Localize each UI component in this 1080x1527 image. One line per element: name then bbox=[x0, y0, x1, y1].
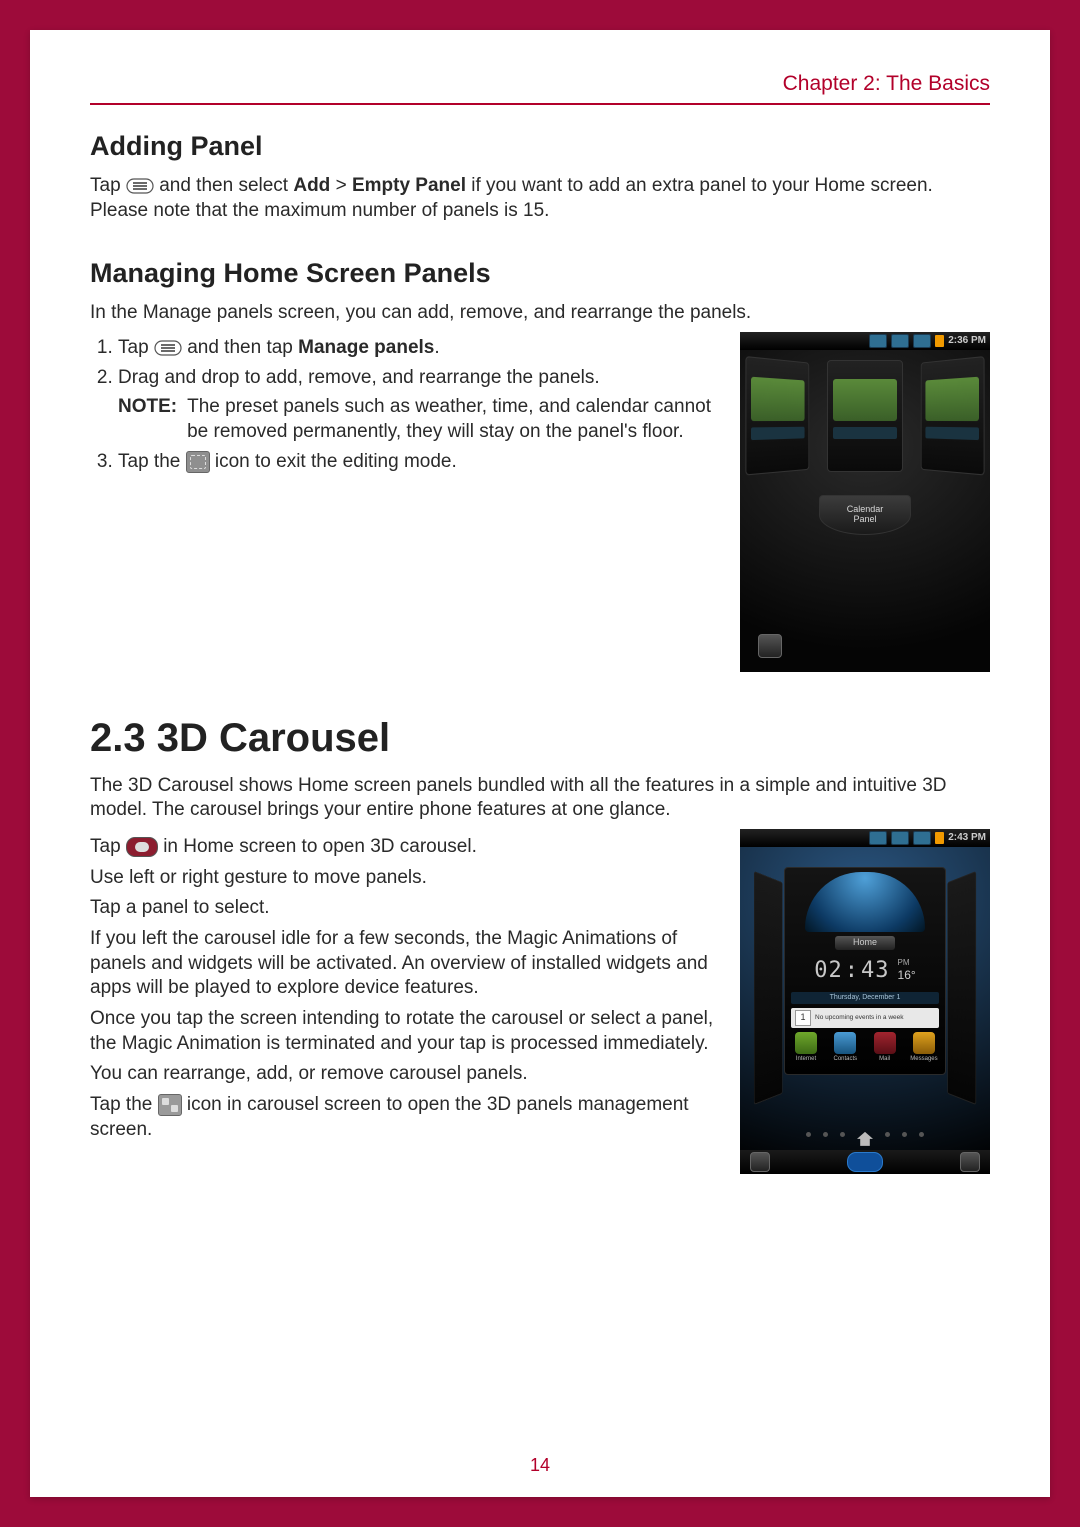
exit-edit-icon bbox=[758, 634, 782, 658]
carousel-open-icon bbox=[847, 1152, 883, 1172]
clock-widget: 02:43 PM 16° bbox=[791, 954, 939, 988]
page-number: 14 bbox=[30, 1454, 1050, 1477]
heading-adding-panel: Adding Panel bbox=[90, 129, 990, 164]
panel-thumbnail bbox=[827, 360, 903, 472]
carousel-intro: The 3D Carousel shows Home screen panels… bbox=[90, 774, 990, 823]
status-icon bbox=[913, 831, 931, 845]
status-bar: 2:36 PM bbox=[740, 332, 990, 350]
add-label: Add bbox=[293, 175, 330, 196]
status-icon bbox=[891, 831, 909, 845]
carousel-body: Home 02:43 PM 16° Thursday, December 1 1 bbox=[740, 847, 990, 1174]
menu-icon bbox=[126, 178, 154, 194]
exit-icon bbox=[750, 1152, 770, 1172]
carousel-bottom-bar bbox=[740, 1150, 990, 1174]
manage-panels-label: Manage panels bbox=[298, 337, 434, 358]
manage-panels-body: Calendar Panel bbox=[740, 350, 990, 672]
status-time: 2:43 PM bbox=[948, 831, 986, 844]
app-launcher-row: Internet Contacts Mail Messages bbox=[791, 1032, 939, 1064]
home-indicator-icon bbox=[857, 1132, 873, 1146]
status-icon bbox=[869, 334, 887, 348]
empty-panel-label: Empty Panel bbox=[352, 175, 466, 196]
status-icon bbox=[869, 831, 887, 845]
panel-thumbnail bbox=[921, 356, 985, 475]
app-shortcut: Contacts bbox=[830, 1032, 860, 1064]
chapter-header: Chapter 2: The Basics bbox=[90, 70, 990, 105]
battery-icon bbox=[935, 335, 944, 347]
manage-panels-icon bbox=[158, 1094, 182, 1116]
carousel-screenshot: 2:43 PM Home 02:43 PM 16° bbox=[740, 829, 990, 1174]
adding-panel-paragraph: Tap and then select Add > Empty Panel if… bbox=[90, 174, 990, 223]
document-page: Chapter 2: The Basics Adding Panel Tap a… bbox=[30, 30, 1050, 1497]
status-icon bbox=[891, 334, 909, 348]
manage-panels-screenshot: 2:36 PM Calendar Panel bbox=[740, 332, 990, 672]
panel-floor-tile: Calendar Panel bbox=[819, 495, 911, 535]
app-shortcut: Messages bbox=[909, 1032, 939, 1064]
side-panel bbox=[754, 871, 783, 1105]
status-icon bbox=[913, 334, 931, 348]
home-chip: Home bbox=[835, 936, 895, 950]
heading-managing-panels: Managing Home Screen Panels bbox=[90, 256, 990, 291]
note-label: NOTE: bbox=[118, 395, 177, 444]
calendar-event: 1 No upcoming events in a week bbox=[791, 1008, 939, 1028]
menu-icon bbox=[154, 340, 182, 356]
note-text: The preset panels such as weather, time,… bbox=[187, 395, 716, 444]
carousel-open-icon bbox=[126, 837, 158, 857]
weather-widget bbox=[805, 872, 925, 932]
managing-intro: In the Manage panels screen, you can add… bbox=[90, 301, 990, 326]
manage-panels-icon bbox=[960, 1152, 980, 1172]
side-panel bbox=[947, 871, 976, 1105]
status-bar: 2:43 PM bbox=[740, 829, 990, 847]
app-shortcut: Mail bbox=[870, 1032, 900, 1064]
battery-icon bbox=[935, 832, 944, 844]
date-line: Thursday, December 1 bbox=[791, 992, 939, 1004]
panel-thumbnail bbox=[745, 356, 809, 475]
status-time: 2:36 PM bbox=[948, 334, 986, 347]
heading-3d-carousel: 2.3 3D Carousel bbox=[90, 712, 990, 764]
carousel-front-panel: Home 02:43 PM 16° Thursday, December 1 1 bbox=[784, 867, 946, 1075]
page-indicator bbox=[740, 1132, 990, 1146]
exit-edit-icon bbox=[186, 451, 210, 473]
app-shortcut: Internet bbox=[791, 1032, 821, 1064]
temperature: 16° bbox=[898, 968, 916, 984]
note-block: NOTE: The preset panels such as weather,… bbox=[118, 395, 716, 444]
